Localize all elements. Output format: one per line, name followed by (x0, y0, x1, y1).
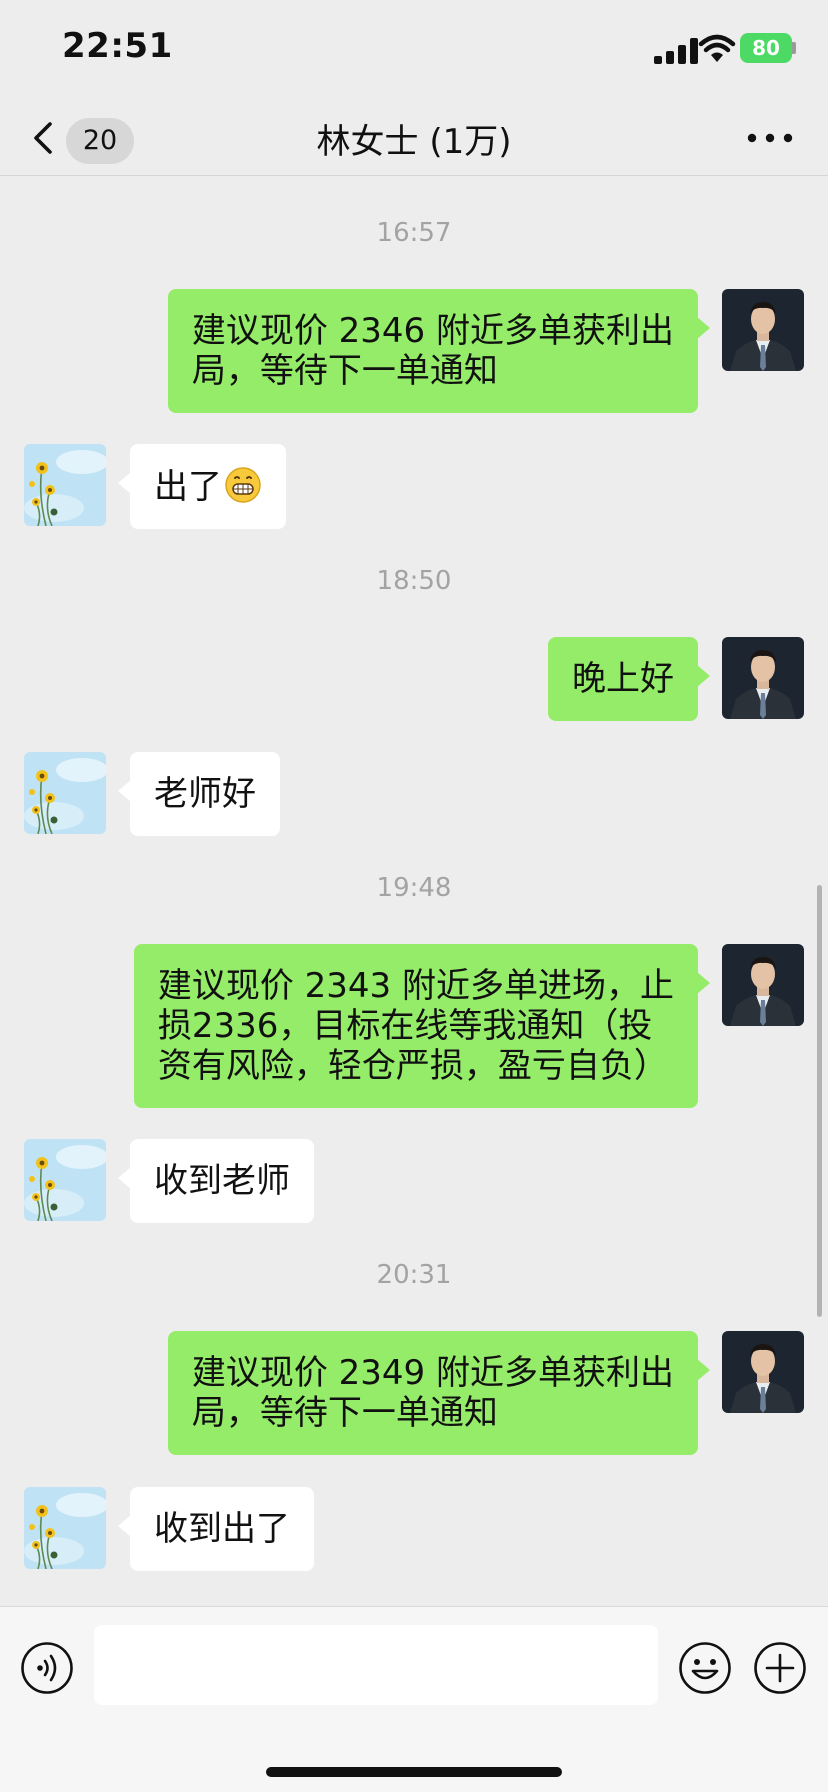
avatar-contact[interactable] (24, 1487, 106, 1569)
avatar-self[interactable] (722, 1331, 804, 1413)
scrollbar[interactable] (817, 885, 822, 1317)
wifi-icon (698, 34, 736, 62)
message-bubble-sent[interactable]: 建议现价 2343 附近多单进场，止 损2336，目标在线等我通知（投 资有风险… (133, 944, 711, 1108)
battery-icon: 80 (740, 33, 792, 63)
message-bubble-received[interactable]: 收到老师 (118, 1139, 314, 1223)
message-bubble-sent[interactable]: 晚上好 (548, 637, 710, 721)
avatar-self[interactable] (722, 289, 804, 371)
battery-tip (792, 42, 796, 54)
chat-header: 20 林女士 (1万) (0, 100, 828, 176)
message-timestamp: 20:31 (376, 1260, 452, 1290)
message-bubble-received[interactable]: 老师好 (118, 752, 280, 836)
message-timestamp: 18:50 (376, 566, 452, 596)
chat-title: 林女士 (1万) (316, 122, 512, 162)
grinning-face-emoji (225, 467, 261, 503)
avatar-contact[interactable] (24, 444, 106, 526)
message-bubble-sent[interactable]: 建议现价 2349 附近多单获利出 局，等待下一单通知 (167, 1331, 711, 1455)
unread-count-badge: 20 (66, 118, 134, 164)
status-time: 22:51 (62, 26, 173, 66)
avatar-self[interactable] (722, 944, 804, 1026)
message-bubble-received[interactable]: 收到出了 (118, 1487, 314, 1571)
more-dots-icon[interactable] (742, 118, 798, 158)
message-bubble-received[interactable]: 出了 (118, 444, 286, 529)
plus-circle-icon[interactable] (753, 1641, 807, 1695)
cellular-signal-icon (654, 38, 702, 64)
battery-level: 80 (752, 36, 780, 60)
message-bubble-sent[interactable]: 建议现价 2346 附近多单获利出 局，等待下一单通知 (167, 289, 711, 413)
voice-icon[interactable] (20, 1641, 74, 1695)
chevron-left-icon (34, 122, 52, 154)
message-timestamp: 16:57 (376, 218, 452, 248)
back-button[interactable]: 20 (22, 110, 138, 166)
home-indicator (266, 1767, 562, 1777)
message-list[interactable]: 16:57 建议现价 2346 附近多单获利出 局，等待下一单通知 出了 18:… (0, 177, 828, 1606)
input-bar (0, 1606, 828, 1792)
message-input[interactable] (94, 1625, 658, 1705)
status-bar: 22:51 80 (0, 0, 828, 100)
message-timestamp: 19:48 (376, 873, 452, 903)
avatar-contact[interactable] (24, 752, 106, 834)
avatar-contact[interactable] (24, 1139, 106, 1221)
avatar-self[interactable] (722, 637, 804, 719)
message-text: 出了 (154, 467, 222, 507)
smiley-icon[interactable] (678, 1641, 732, 1695)
